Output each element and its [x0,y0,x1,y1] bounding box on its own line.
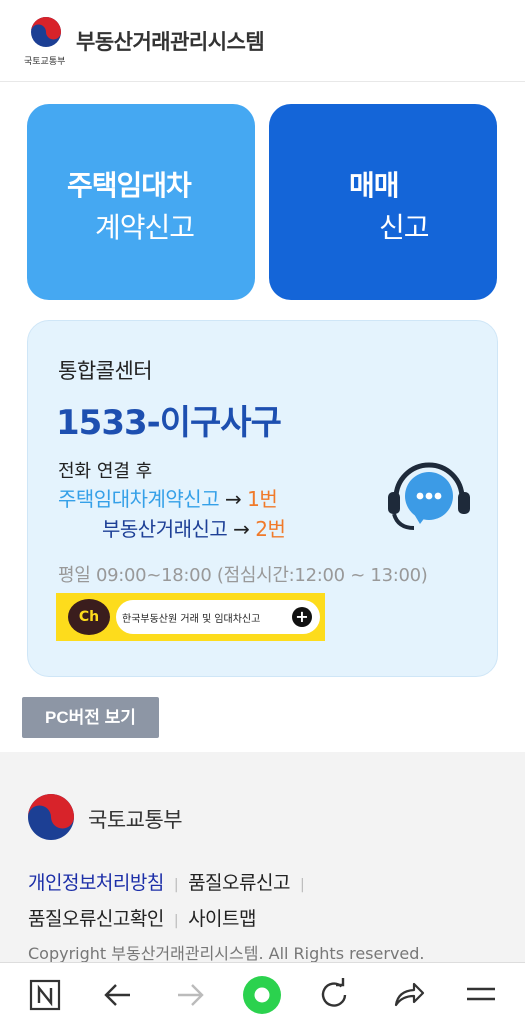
ministry-name: 국토교통부 [88,808,183,832]
rent-card-title: 주택임대차 [67,169,192,202]
kakao-channel-icon: Ch [68,599,110,635]
back-arrow-icon[interactable] [98,975,138,1015]
call-center-title: 통합콜센터 [58,359,153,383]
rent-contract-report-card[interactable]: 주택임대차 계약신고 [27,104,255,300]
naver-n-icon[interactable] [26,975,66,1015]
business-hours: 평일 09:00~18:00 (점심시간:12:00 ~ 13:00) [58,565,428,586]
sale-card-subtitle: 신고 [379,211,430,244]
option-sale-number: 2번 [255,517,286,541]
kakao-channel-button[interactable]: Ch 한국부동산원 거래 및 임대차신고 + [56,593,325,641]
rent-card-subtitle: 계약신고 [95,211,195,244]
option-line-rent: 주택임대차계약신고 → 1번 [58,483,278,512]
divider: | [299,877,305,893]
arrow-icon: → [224,487,242,511]
header: 국토교통부 부동산거래관리시스템 [0,0,525,82]
sale-card-title: 매매 [349,169,400,202]
quality-error-report-link[interactable]: 품질오류신고 [188,866,290,900]
option-line-sale: 부동산거래신고 → 2번 [102,513,286,542]
sitemap-link[interactable]: 사이트맵 [188,902,256,936]
site-title[interactable]: 부동산거래관리시스템 [76,26,265,56]
footer: 국토교통부 개인정보처리방침 | 품질오류신고 | 품질오류신고확인 | 사이트맵 Cop… [0,752,525,962]
copyright: Copyright 부동산거래관리시스템. All Rights reserve… [28,944,425,962]
call-center-phone[interactable]: 1533-이구사구 [56,395,282,444]
logo-text: 국토교통부 [24,57,66,67]
divider: | [173,877,179,893]
quality-error-check-link[interactable]: 품질오류신고확인 [28,902,164,936]
footer-links: 개인정보처리방침 | 품질오류신고 | 품질오류신고확인 | 사이트맵 [28,866,314,938]
menu-icon[interactable] [461,975,501,1015]
call-center-box: 통합콜센터 1533-이구사구 전화 연결 후 주택임대차계약신고 → 1번 부… [27,320,498,677]
headset-chat-icon [388,462,470,530]
connect-instruction: 전화 연결 후 [58,461,153,482]
arrow-icon: → [233,517,250,541]
plus-icon: + [292,607,312,627]
forward-arrow-icon [178,984,204,1006]
reload-icon[interactable] [314,975,354,1015]
option-rent-label: 주택임대차계약신고 [58,487,220,511]
share-icon[interactable] [388,975,428,1015]
sale-report-card[interactable]: 매매 신고 [269,104,497,300]
option-sale-label: 부동산거래신고 [102,517,228,541]
kakao-channel-pill: 한국부동산원 거래 및 임대차신고 + [116,600,320,634]
kakao-channel-label: 한국부동산원 거래 및 임대차신고 [122,614,261,625]
option-rent-number: 1번 [247,487,278,511]
browser-bottom-bar [0,962,525,1024]
home-icon[interactable] [242,975,282,1015]
privacy-policy-link[interactable]: 개인정보처리방침 [28,866,164,900]
divider: | [173,913,179,929]
ministry-emblem-icon [28,794,74,840]
pc-version-button[interactable]: PC버전 보기 [22,697,159,738]
